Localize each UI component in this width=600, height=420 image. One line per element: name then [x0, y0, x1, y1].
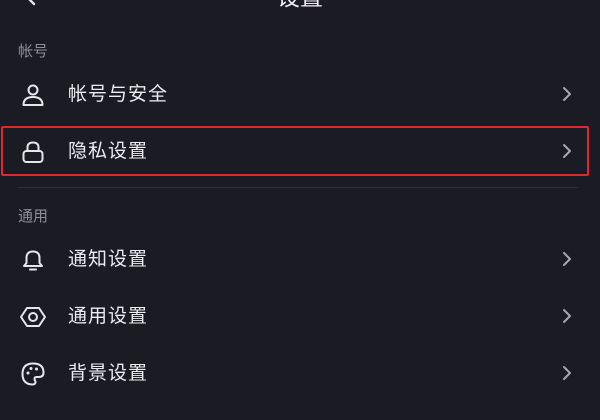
settings-item-label: 帐号与安全: [68, 83, 169, 105]
section-label-account: 帐号: [18, 42, 49, 60]
top-bar: 设置: [0, 0, 600, 14]
lock-icon: [20, 139, 46, 165]
palette-icon: [20, 361, 46, 387]
settings-item-privacy[interactable]: 隐私设置: [0, 127, 588, 175]
bell-icon: [20, 247, 46, 273]
settings-item-notifications[interactable]: 通知设置: [0, 235, 588, 283]
chevron-right-icon: [560, 364, 574, 382]
page-title: 设置: [0, 0, 600, 12]
gear-icon: [20, 304, 46, 330]
settings-item-label: 背景设置: [68, 362, 149, 384]
chevron-right-icon: [560, 142, 574, 160]
section-label-general: 通用: [18, 207, 49, 225]
settings-item-label: 通用设置: [68, 305, 149, 327]
user-icon: [20, 82, 46, 108]
chevron-right-icon: [560, 85, 574, 103]
settings-item-general[interactable]: 通用设置: [0, 292, 588, 340]
settings-item-label: 隐私设置: [68, 140, 149, 162]
settings-item-label: 通知设置: [68, 248, 149, 270]
chevron-right-icon: [560, 250, 574, 268]
settings-item-account-security[interactable]: 帐号与安全: [0, 70, 588, 118]
section-divider: [18, 187, 578, 188]
chevron-right-icon: [560, 307, 574, 325]
settings-item-background[interactable]: 背景设置: [0, 349, 588, 397]
